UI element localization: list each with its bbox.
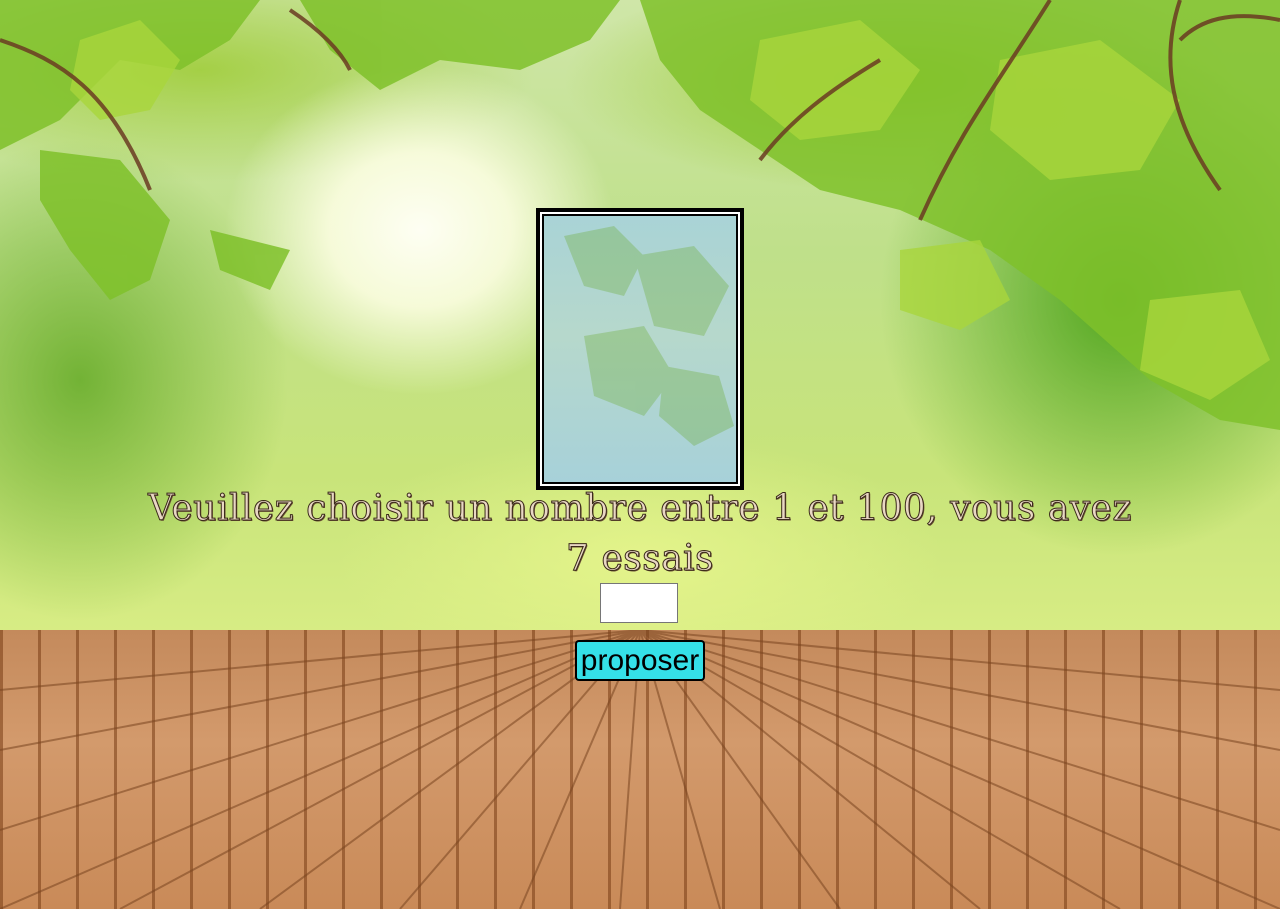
frame-picture bbox=[542, 214, 738, 484]
game-scene: Veuillez choisir un nombre entre 1 et 10… bbox=[0, 0, 1280, 909]
leaf-reflection-decoration bbox=[564, 226, 734, 446]
guess-input[interactable] bbox=[600, 583, 678, 623]
instruction-text: Veuillez choisir un nombre entre 1 et 10… bbox=[148, 488, 1132, 580]
propose-button[interactable]: proposer bbox=[575, 640, 705, 681]
image-frame bbox=[536, 208, 744, 490]
